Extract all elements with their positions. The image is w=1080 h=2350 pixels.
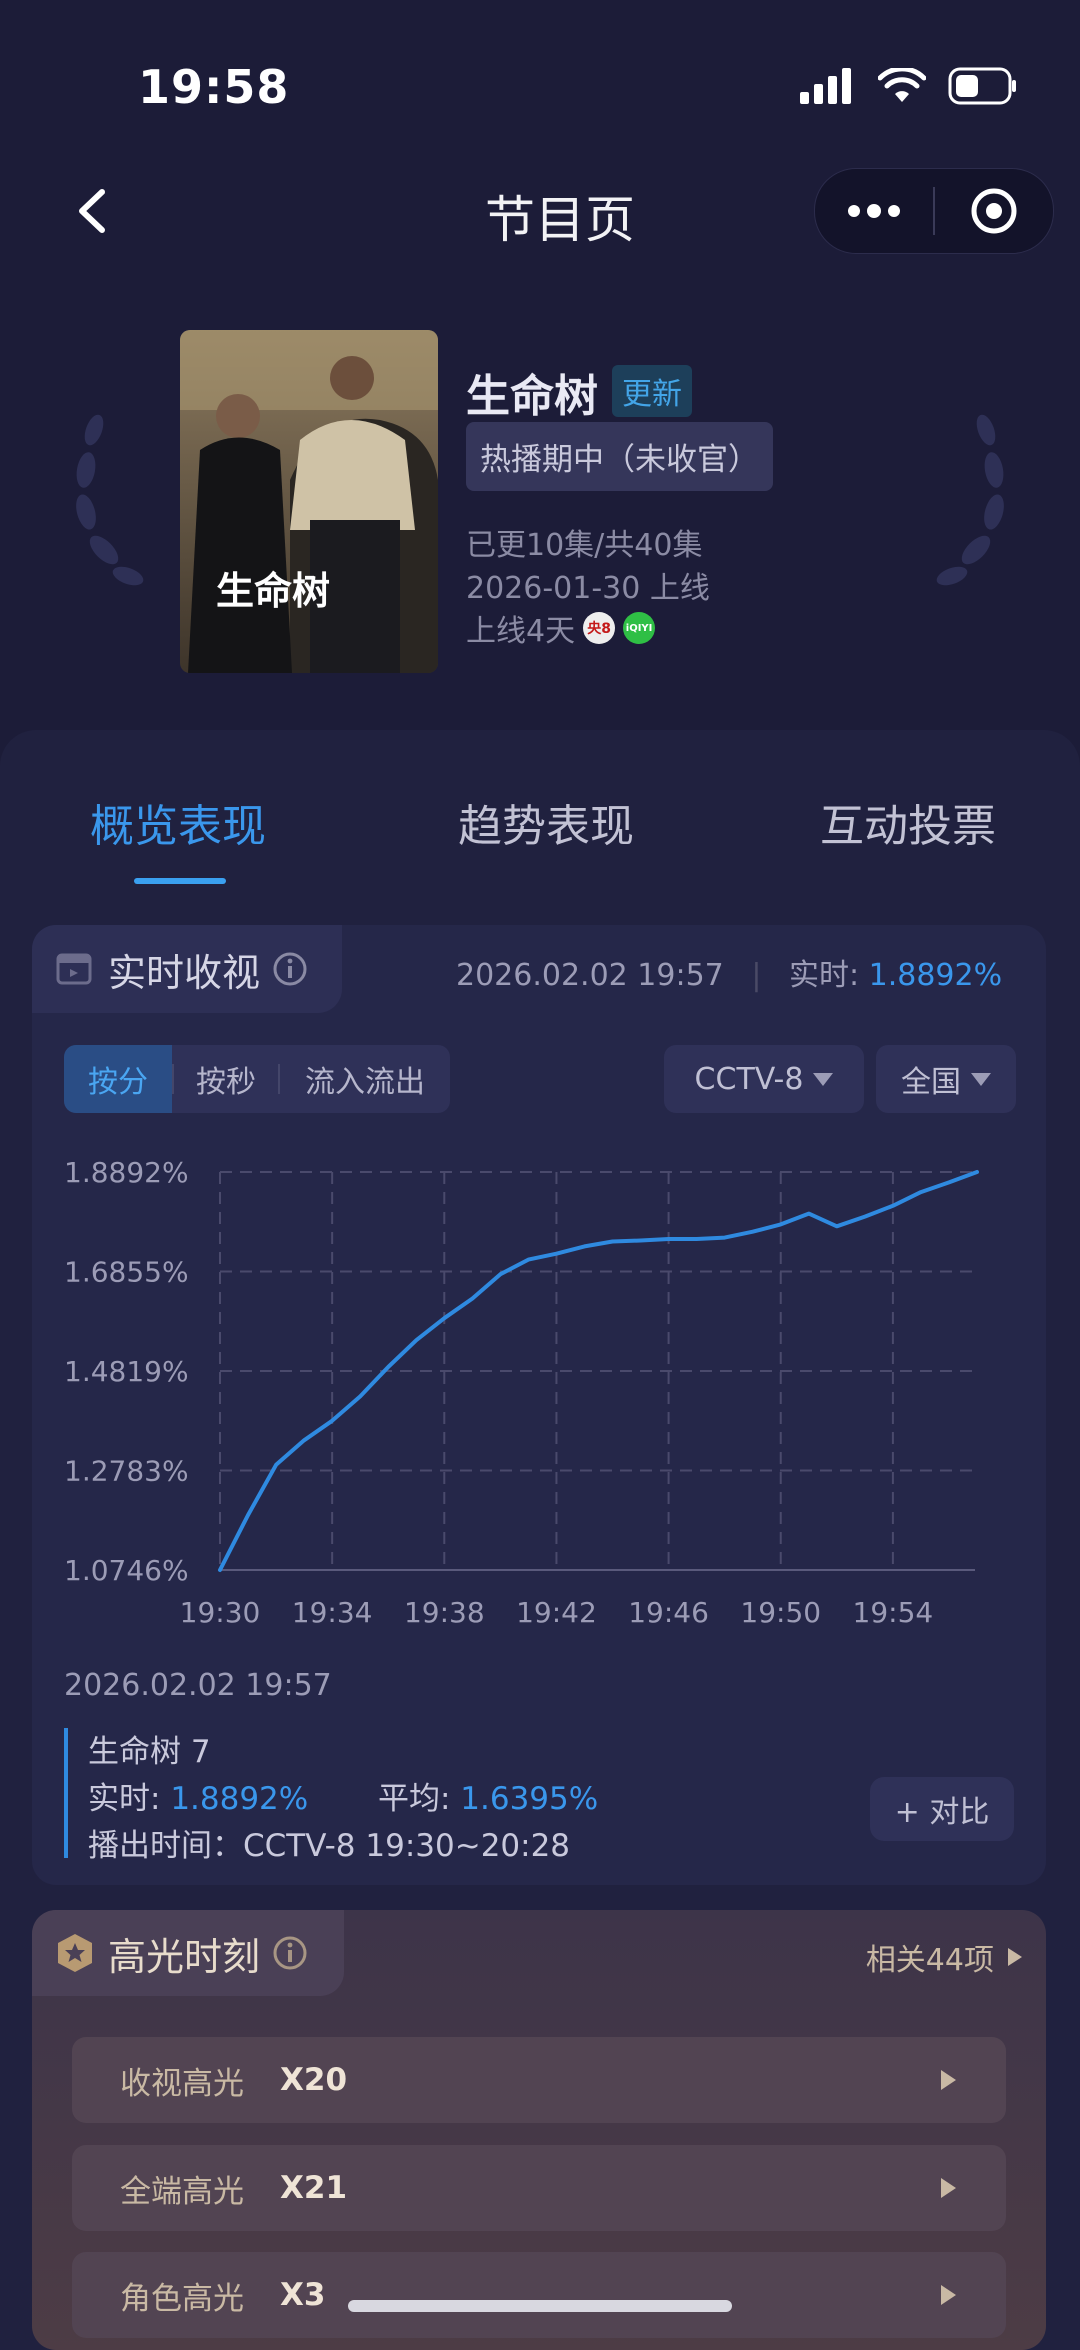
status-icons bbox=[800, 64, 1018, 108]
cctv8-logo-icon: 央8 bbox=[583, 612, 616, 644]
highlight-label: 角色高光 bbox=[120, 2280, 244, 2317]
highlight-value: X21 bbox=[280, 2170, 348, 2206]
highlight-label: 全端高光 bbox=[120, 2173, 244, 2210]
status-time: 19:58 bbox=[138, 60, 290, 114]
highlight-row-allplatform[interactable]: 全端高光 X21 bbox=[72, 2145, 1006, 2231]
chevron-down-icon bbox=[813, 1072, 834, 1086]
update-badge: 更新 bbox=[612, 365, 692, 417]
tab-overview[interactable]: 概览表现 bbox=[90, 790, 266, 854]
realtime-live-label: 实时: bbox=[788, 958, 860, 993]
x-tick-label: 19:46 bbox=[628, 1596, 709, 1629]
series-color-bar bbox=[64, 1728, 68, 1858]
poster-image bbox=[180, 330, 438, 673]
airing-status-tag: 热播期中（未收官） bbox=[466, 422, 773, 491]
region-dropdown[interactable]: 全国 bbox=[876, 1045, 1016, 1113]
channel-value: CCTV-8 bbox=[694, 1061, 804, 1097]
star-badge-icon bbox=[58, 1934, 92, 1972]
close-program-button[interactable] bbox=[935, 169, 1053, 253]
play-icon bbox=[941, 2178, 956, 2198]
realtime-header: 实时收视 bbox=[32, 925, 342, 1013]
region-value: 全国 bbox=[901, 1065, 961, 1100]
episode-count: 已更10集/共40集 bbox=[466, 528, 703, 563]
highlights-title: 高光时刻 bbox=[108, 1934, 261, 1979]
detail-datetime: 2026.02.02 19:57 bbox=[64, 1668, 332, 1703]
mini-program-capsule bbox=[814, 168, 1054, 254]
y-tick-label: 1.0746% bbox=[64, 1554, 189, 1587]
detail-avg-label: 平均: bbox=[377, 1781, 451, 1817]
chevron-down-icon bbox=[971, 1072, 991, 1086]
target-icon bbox=[971, 188, 1017, 234]
y-tick-label: 1.2783% bbox=[64, 1455, 189, 1488]
online-days-row: 上线4天 央8 iQIYI bbox=[466, 606, 656, 650]
home-indicator[interactable] bbox=[348, 2300, 732, 2312]
more-icon bbox=[848, 204, 900, 218]
signal-icon bbox=[800, 68, 851, 104]
segment-flow[interactable]: 流入流出 bbox=[280, 1045, 450, 1113]
highlight-row-character[interactable]: 角色高光 X3 bbox=[72, 2252, 1006, 2338]
detail-values-row: 实时: 1.8892% 平均: 1.6395% bbox=[88, 1773, 598, 1818]
program-title: 生命树 bbox=[466, 371, 598, 422]
tab-indicator bbox=[134, 878, 226, 884]
y-tick-label: 1.8892% bbox=[64, 1156, 189, 1189]
x-tick-label: 19:30 bbox=[180, 1596, 261, 1629]
play-icon bbox=[1008, 1948, 1022, 1966]
x-tick-label: 19:34 bbox=[292, 1596, 373, 1629]
laurel-right-icon bbox=[936, 414, 1004, 586]
y-tick-label: 1.4819% bbox=[64, 1355, 189, 1388]
tv-icon bbox=[56, 953, 92, 985]
highlight-row-ratings[interactable]: 收视高光 X20 bbox=[72, 2037, 1006, 2123]
play-icon bbox=[941, 2285, 956, 2305]
iqiyi-logo-icon: iQIYI bbox=[623, 612, 656, 644]
battery-icon bbox=[948, 67, 1016, 105]
play-icon bbox=[941, 2070, 956, 2090]
realtime-datetime: 2026.02.02 19:57 bbox=[456, 958, 724, 993]
compare-button[interactable]: + 对比 bbox=[870, 1777, 1014, 1841]
detail-airtime: 播出时间：CCTV-8 19:30~20:28 bbox=[88, 1828, 571, 1864]
highlight-label: 收视高光 bbox=[120, 2065, 244, 2102]
highlights-related-link[interactable]: 相关44项 bbox=[866, 1935, 1022, 1979]
ratings-line-chart: 1.8892% 1.6855% 1.4819% 1.2783% 1.0746% 19:30… bbox=[64, 1156, 979, 1629]
x-tick-label: 19:54 bbox=[853, 1596, 934, 1629]
highlight-value: X20 bbox=[280, 2062, 348, 2098]
more-button[interactable] bbox=[815, 169, 933, 253]
detail-live-value: 1.8892% bbox=[170, 1781, 309, 1817]
channel-dropdown[interactable]: CCTV-8 bbox=[664, 1045, 864, 1113]
tab-vote[interactable]: 互动投票 bbox=[820, 790, 996, 854]
info-icon[interactable] bbox=[272, 951, 308, 987]
laurel-left-icon bbox=[76, 414, 144, 586]
detail-live-label: 实时: bbox=[88, 1781, 161, 1817]
realtime-datetime-row: 2026.02.02 19:57 | 实时: 1.8892% bbox=[456, 958, 1003, 993]
info-icon[interactable] bbox=[272, 1935, 308, 1971]
realtime-live-value: 1.8892% bbox=[868, 958, 1003, 993]
wifi-icon bbox=[878, 68, 926, 102]
granularity-segment: 按分 按秒 流入流出 bbox=[64, 1045, 450, 1113]
y-tick-label: 1.6855% bbox=[64, 1256, 189, 1289]
release-date: 2026-01-30 上线 bbox=[466, 571, 710, 606]
highlights-header: 高光时刻 bbox=[32, 1910, 344, 1996]
tab-trend[interactable]: 趋势表现 bbox=[458, 790, 634, 854]
detail-series-name: 生命树 7 bbox=[88, 1734, 211, 1770]
x-tick-label: 19:42 bbox=[516, 1596, 597, 1629]
program-poster[interactable]: 生命树 bbox=[180, 330, 438, 673]
x-tick-label: 19:50 bbox=[740, 1596, 821, 1629]
online-days: 上线4天 bbox=[466, 614, 576, 649]
segment-second[interactable]: 按秒 bbox=[174, 1045, 278, 1113]
realtime-title: 实时收视 bbox=[108, 950, 261, 995]
highlights-related-count: 相关44项 bbox=[865, 1943, 994, 1978]
segment-minute[interactable]: 按分 bbox=[64, 1045, 172, 1113]
x-tick-label: 19:38 bbox=[404, 1596, 485, 1629]
detail-avg-value: 1.6395% bbox=[460, 1781, 599, 1817]
poster-title: 生命树 bbox=[216, 568, 331, 613]
